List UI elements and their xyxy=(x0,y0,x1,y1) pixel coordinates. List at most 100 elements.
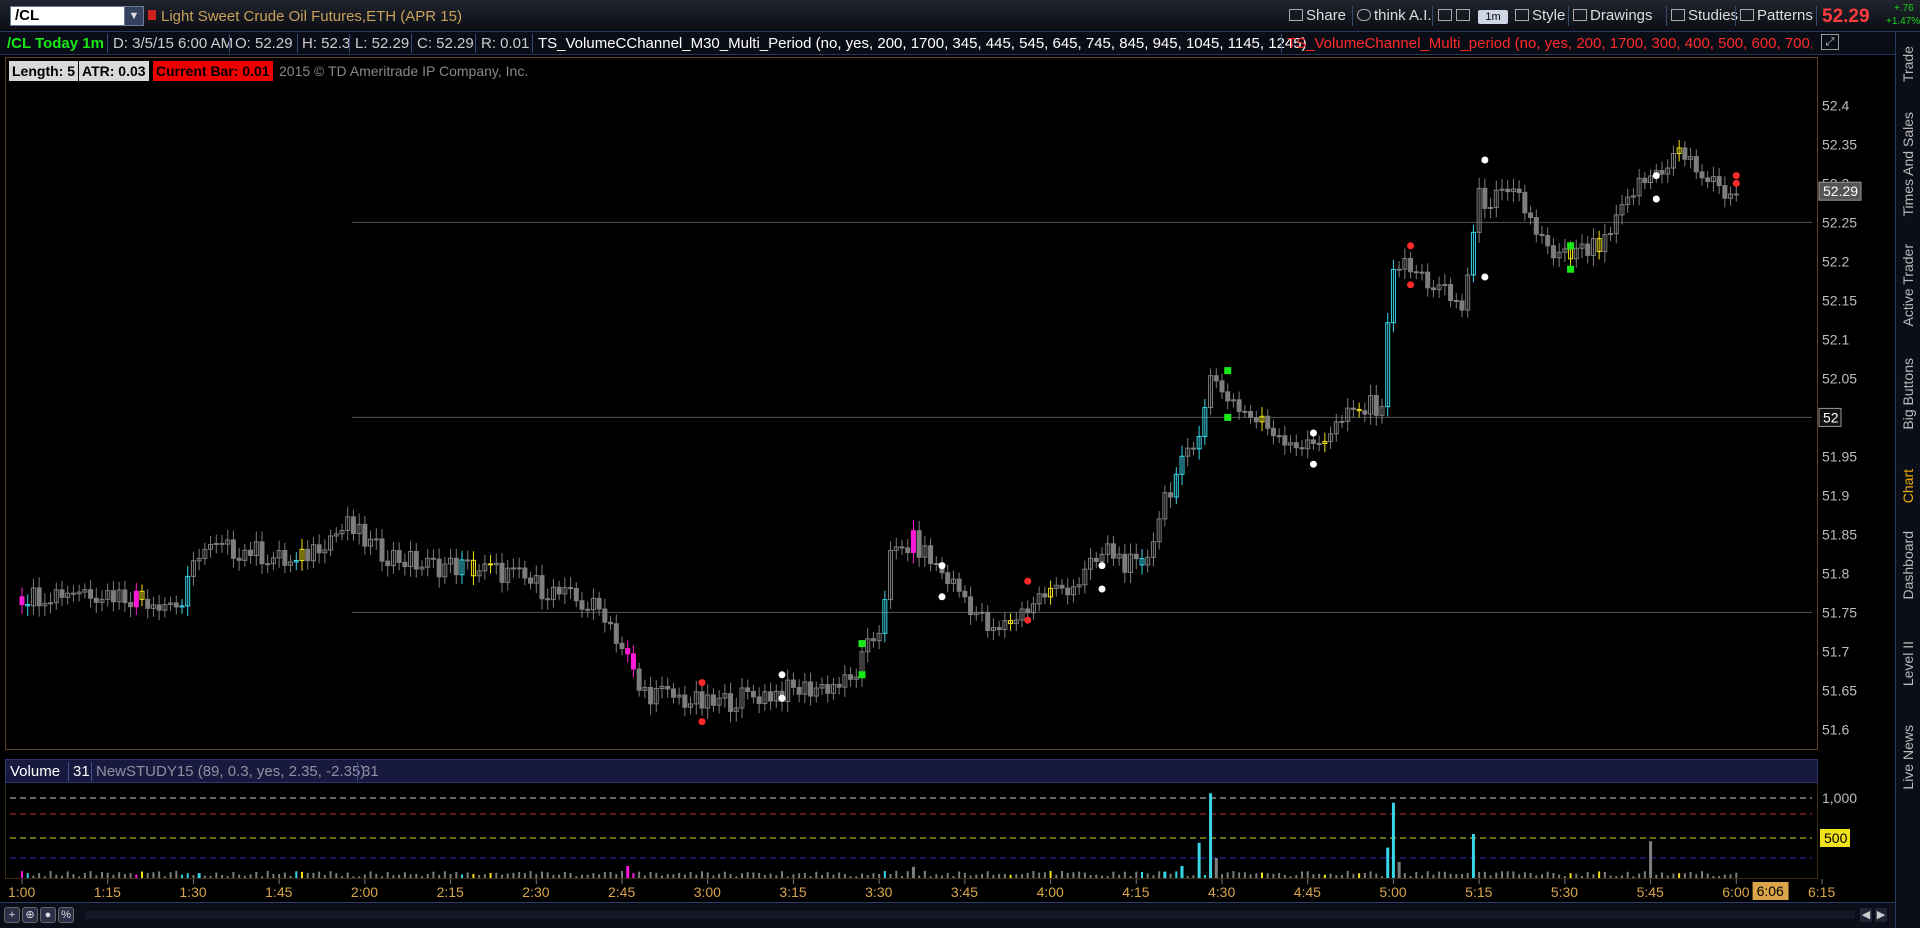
candle-body xyxy=(265,563,271,566)
newstudy15-label[interactable]: NewSTUDY15 (89, 0.3, yes, 2.35, -2.35) xyxy=(96,762,365,781)
price-tick-label: 52.4 xyxy=(1822,97,1849,113)
candle-body xyxy=(1642,177,1648,184)
candle-body xyxy=(1316,442,1322,445)
rail-tab-big-buttons[interactable]: Big Buttons xyxy=(1896,346,1920,442)
candle-body xyxy=(465,559,471,562)
candle-body xyxy=(945,572,951,585)
candle-body xyxy=(1585,243,1591,256)
time-tick-label: 2:00 xyxy=(351,884,378,900)
candle-body xyxy=(648,686,654,705)
candle-body xyxy=(613,623,619,644)
candle-body xyxy=(453,557,459,576)
signal-square xyxy=(858,671,866,679)
candle-body xyxy=(133,590,139,608)
time-tick-label: 6:00 xyxy=(1722,884,1749,900)
signal-dot xyxy=(1481,273,1489,281)
rail-tab-live-news[interactable]: Live News xyxy=(1896,712,1920,802)
candle-body xyxy=(1482,187,1488,209)
rail-tab-times-and-sales[interactable]: Times And Sales xyxy=(1896,104,1920,224)
candle-body xyxy=(1219,380,1225,393)
candle-body xyxy=(1362,410,1368,415)
candle-body xyxy=(1133,553,1139,560)
volume-tick-label: 1,000 xyxy=(1822,790,1857,806)
time-tick-label: 1:15 xyxy=(94,884,121,900)
last-price-marker: 52.29 xyxy=(1823,183,1858,199)
scroll-right-icon[interactable]: ▶ xyxy=(1875,908,1887,922)
chart-bottom-bar: + ⊕ ● % ◀ ▶ xyxy=(0,902,1895,928)
candle-body xyxy=(1716,176,1722,187)
candle-body xyxy=(488,563,494,566)
newstudy15-value: 31 xyxy=(362,763,379,780)
candle-body xyxy=(396,549,402,563)
candle-body xyxy=(928,545,934,565)
candle-body xyxy=(1373,395,1379,416)
candle-body xyxy=(173,602,179,608)
candle-body xyxy=(1396,268,1402,271)
price-tick-label: 52.2 xyxy=(1822,253,1849,269)
signal-dot xyxy=(1309,460,1317,468)
price-tick-label: 52.25 xyxy=(1822,214,1857,230)
magnifier-icon[interactable]: ● xyxy=(40,907,56,923)
candle-body xyxy=(568,587,574,590)
price-tick-label: 51.9 xyxy=(1822,487,1849,503)
candle-body xyxy=(956,578,962,592)
time-tick-label: 1:45 xyxy=(265,884,292,900)
candle-body xyxy=(790,679,796,688)
time-tick-label: 1:00 xyxy=(8,884,35,900)
candle-body xyxy=(808,681,814,697)
zoom-in-icon[interactable]: + xyxy=(4,907,20,923)
candle-body xyxy=(1110,543,1116,559)
percent-scale-icon[interactable]: % xyxy=(58,907,74,923)
crosshair-zoom-icon[interactable]: ⊕ xyxy=(22,907,38,923)
candle-body xyxy=(350,516,356,535)
signal-dot xyxy=(938,593,946,601)
signal-dot xyxy=(698,718,706,726)
candle-body xyxy=(682,694,688,708)
scroll-left-icon[interactable]: ◀ xyxy=(1860,908,1872,922)
candle-body xyxy=(1236,399,1242,412)
candle-body xyxy=(1659,170,1665,175)
candle-body xyxy=(1025,608,1031,614)
rail-tab-chart[interactable]: Chart xyxy=(1896,448,1920,524)
rail-tab-trade[interactable]: Trade xyxy=(1896,34,1920,94)
candle-body xyxy=(619,642,625,650)
rail-tab-active-trader[interactable]: Active Trader xyxy=(1896,234,1920,336)
signal-dot xyxy=(698,679,706,687)
candle-body xyxy=(1419,271,1425,274)
rail-tab-level-ii[interactable]: Level II xyxy=(1896,626,1920,702)
signal-dot xyxy=(1024,616,1032,624)
candle-body xyxy=(968,596,974,616)
signal-dot xyxy=(778,671,786,679)
signal-dot xyxy=(1732,172,1740,180)
signal-square xyxy=(1567,242,1575,250)
candle-body xyxy=(710,694,716,706)
candle-body xyxy=(585,608,591,611)
time-scrollbar[interactable] xyxy=(85,911,1855,919)
candle-body xyxy=(1265,415,1271,429)
candle-body xyxy=(1299,447,1305,450)
candle-body xyxy=(88,589,94,599)
candle-body xyxy=(625,648,631,655)
time-tick-label: 5:15 xyxy=(1465,884,1492,900)
time-tick-label: 1:30 xyxy=(179,884,206,900)
candle-body xyxy=(1539,233,1545,237)
time-tick-label: 3:30 xyxy=(865,884,892,900)
candle-body xyxy=(1545,235,1551,247)
candle-body xyxy=(59,589,65,598)
candle-body xyxy=(122,589,128,604)
candle-body xyxy=(1430,287,1436,291)
candle-body xyxy=(1448,283,1454,301)
candle-body xyxy=(1453,299,1459,302)
candle-body xyxy=(665,685,671,690)
candle-body xyxy=(1705,177,1711,183)
signal-dot xyxy=(1652,172,1660,180)
candle-body xyxy=(1350,407,1356,410)
rail-tab-dashboard[interactable]: Dashboard xyxy=(1896,514,1920,616)
volume-label[interactable]: Volume xyxy=(10,762,60,781)
volume-panel[interactable] xyxy=(5,783,1818,879)
signal-dot xyxy=(1407,242,1415,250)
candle-body xyxy=(379,538,385,562)
candle-body xyxy=(316,544,322,554)
candle-body xyxy=(1270,427,1276,437)
candle-body xyxy=(510,567,516,570)
